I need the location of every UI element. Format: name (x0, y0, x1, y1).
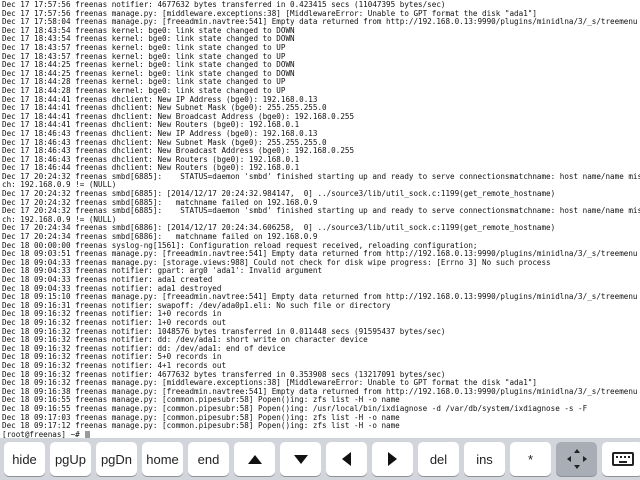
shell-prompt-line[interactable]: [root@freenas] ~# (2, 430, 640, 438)
log-line: Dec 18 09:16:32 freenas notifier: 467763… (2, 370, 446, 379)
page-down-key-label: pgDn (100, 451, 133, 467)
page-up-key[interactable]: pgUp (50, 442, 91, 476)
terminal-output[interactable]: Dec 17 17:57:56 freenas notifier: 467763… (0, 0, 640, 438)
log-line: Dec 17 20:24:34 freenas smbd[6886]: [201… (2, 224, 556, 233)
insert-key[interactable]: ins (464, 442, 505, 476)
log-line: Dec 17 18:44:25 freenas kernel: bge0: li… (2, 61, 295, 70)
log-line: Dec 18 09:04:33 freenas notifier: ada1 c… (2, 276, 213, 284)
log-line: Dec 18 09:17:12 freenas manage.py: [comm… (2, 422, 400, 431)
log-line: Dec 17 20:24:32 freenas smbd[6885]: matc… (2, 198, 318, 207)
right-arrow-icon (388, 452, 397, 466)
log-line: Dec 17 18:44:28 freenas kernel: bge0: li… (2, 78, 286, 87)
home-key[interactable]: home (142, 442, 183, 476)
log-line: ch: 192.168.0.9 != (NULL) (2, 181, 117, 190)
page-up-key-label: pgUp (54, 451, 87, 467)
log-line: Dec 18 09:16:32 freenas notifier: dd: /d… (2, 336, 368, 345)
log-line: Dec 17 18:44:41 freenas dhclient: New IP… (2, 95, 318, 104)
log-line: Dec 17 18:43:57 freenas kernel: bge0: li… (2, 52, 286, 61)
delete-key[interactable]: del (418, 442, 459, 476)
log-line: Dec 18 09:16:32 freenas notifier: 104857… (2, 327, 446, 336)
extra-keys-bar: hide pgUp pgDn home end del ins * (0, 438, 640, 480)
log-line: Dec 18 09:04:33 freenas notifier: ada1 d… (2, 284, 222, 293)
log-line: Dec 17 18:46:44 freenas dhclient: New Ro… (2, 164, 300, 173)
log-line: Dec 18 09:16:32 freenas notifier: 5+0 re… (2, 353, 222, 362)
log-line: Dec 17 18:43:54 freenas kernel: bge0: li… (2, 26, 295, 35)
arrow-left-key[interactable] (326, 442, 367, 476)
log-line: Dec 17 18:44:28 freenas kernel: bge0: li… (2, 86, 286, 95)
log-line: Dec 17 20:24:32 freenas smbd[6885]: STAT… (2, 207, 640, 216)
log-line: Dec 18 09:16:32 freenas notifier: 4+1 re… (2, 361, 227, 370)
end-key[interactable]: end (188, 442, 229, 476)
end-key-label: end (197, 451, 220, 467)
up-arrow-icon (247, 454, 262, 464)
delete-key-label: del (429, 451, 448, 467)
arrow-down-key[interactable] (280, 442, 321, 476)
keyboard-icon (611, 452, 634, 466)
log-line: Dec 18 09:16:55 freenas manage.py: [comm… (2, 404, 588, 413)
log-line: Dec 18 09:16:32 freenas notifier: dd: /d… (2, 344, 286, 353)
log-line: Dec 17 18:44:41 freenas dhclient: New Br… (2, 112, 355, 121)
insert-key-label: ins (476, 451, 493, 467)
log-line: Dec 17 18:46:43 freenas dhclient: New Br… (2, 147, 355, 156)
log-line: Dec 17 18:44:41 freenas dhclient: New Su… (2, 104, 327, 113)
asterisk-key-label: * (527, 451, 534, 467)
log-line: Dec 18 09:16:55 freenas manage.py: [comm… (2, 396, 400, 405)
log-line: Dec 18 09:16:38 freenas manage.py: [free… (2, 387, 638, 396)
log-line: Dec 18 09:16:31 freenas notifier: swapof… (2, 301, 391, 310)
page-down-key[interactable]: pgDn (96, 442, 137, 476)
log-line: Dec 18 09:16:32 freenas notifier: 1+0 re… (2, 310, 222, 319)
log-line: Dec 17 18:43:54 freenas kernel: bge0: li… (2, 35, 295, 44)
log-line: Dec 17 18:46:43 freenas dhclient: New Ro… (2, 155, 300, 164)
asterisk-key[interactable]: * (510, 442, 551, 476)
log-line: Dec 18 09:15:10 freenas manage.py: [free… (2, 293, 638, 302)
log-line: Dec 17 18:44:41 freenas dhclient: New Ro… (2, 121, 300, 130)
log-line: Dec 17 18:46:43 freenas dhclient: New IP… (2, 129, 318, 138)
home-key-label: home (146, 451, 179, 467)
log-line: ch: 192.168.0.9 != (NULL) (2, 215, 117, 224)
log-line: Dec 18 09:17:03 freenas manage.py: [comm… (2, 413, 400, 422)
log-line: Dec 17 20:24:34 freenas smbd[6886]: matc… (2, 233, 318, 242)
move-cursor-key[interactable] (556, 442, 597, 476)
log-line: Dec 17 20:24:32 freenas smbd[6885]: STAT… (2, 172, 640, 181)
log-line: Dec 18 09:04:33 freenas manage.py: [stor… (2, 258, 551, 267)
log-line: Dec 18 09:16:32 freenas manage.py: [midd… (2, 379, 537, 388)
log-line: Dec 18 09:16:32 freenas notifier: 1+0 re… (2, 318, 227, 327)
text-cursor (85, 430, 91, 438)
log-line: Dec 17 17:57:56 freenas notifier: 467763… (2, 1, 446, 9)
log-line: Dec 18 00:00:00 freenas syslog-ng[1561]:… (2, 241, 478, 250)
log-line: Dec 18 09:04:33 freenas notifier: gpart:… (2, 267, 323, 276)
log-line: Dec 17 18:44:25 freenas kernel: bge0: li… (2, 69, 295, 78)
log-line: Dec 17 18:43:57 freenas kernel: bge0: li… (2, 43, 286, 52)
keyboard-toggle-key[interactable] (602, 442, 640, 476)
left-arrow-icon (342, 452, 351, 466)
down-arrow-icon (293, 454, 308, 464)
log-line: Dec 17 20:24:32 freenas smbd[6885]: [201… (2, 190, 556, 199)
hide-key[interactable]: hide (4, 442, 45, 476)
log-line: Dec 17 17:58:04 freenas manage.py: [free… (2, 18, 638, 27)
log-line: Dec 18 09:03:51 freenas manage.py: [free… (2, 250, 638, 259)
move-cursor-icon (566, 449, 587, 469)
arrow-up-key[interactable] (234, 442, 275, 476)
shell-prompt: [root@freenas] ~# (2, 430, 85, 438)
arrow-right-key[interactable] (372, 442, 413, 476)
log-line: Dec 17 17:57:56 freenas manage.py: [midd… (2, 9, 537, 18)
log-line: Dec 17 18:46:43 freenas dhclient: New Su… (2, 138, 327, 147)
hide-key-label: hide (12, 451, 37, 467)
